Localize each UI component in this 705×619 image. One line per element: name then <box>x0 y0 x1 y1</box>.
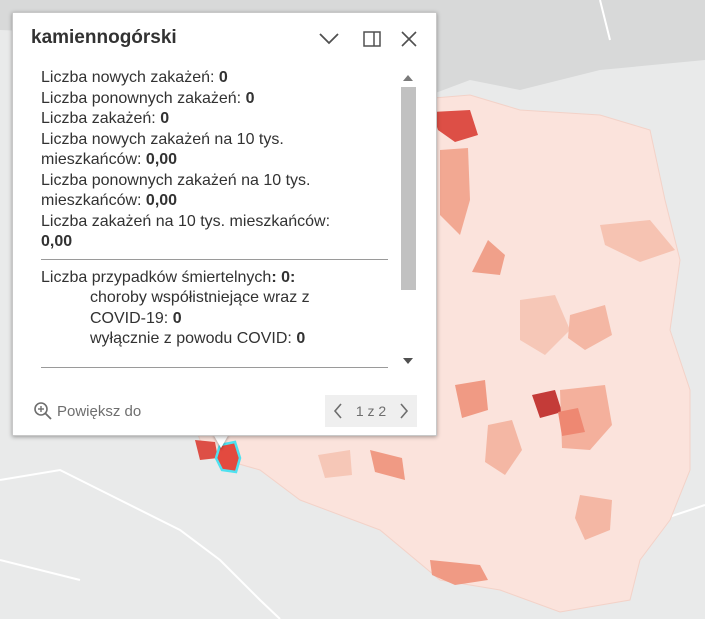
field-label: Liczba nowych zakażeń na 10 tys. <box>41 130 284 148</box>
close-button[interactable] <box>397 27 421 51</box>
next-feature-button[interactable] <box>399 403 409 419</box>
comorb-row: choroby współistniejące wraz z <box>41 288 391 309</box>
field-value: 0 <box>218 69 228 86</box>
chevron-right-icon <box>400 403 409 419</box>
deaths-row: Liczba przypadków śmiertelnych: 0: <box>41 268 391 289</box>
field-value: 0,00 <box>41 233 73 250</box>
content-scrollbar[interactable] <box>398 69 418 369</box>
field-value: 0 <box>160 110 170 127</box>
total-cases-row: Liczba zakażeń: 0 <box>41 109 391 130</box>
reinfections-row: Liczba ponownych zakażeń: 0 <box>41 89 391 110</box>
scroll-thumb[interactable] <box>401 87 416 290</box>
field-value: 0 <box>172 309 182 327</box>
field-label: Liczba ponownych zakażeń: <box>41 89 246 107</box>
zoom-to-label: Powiększ do <box>57 402 142 420</box>
bottom-divider <box>41 367 388 368</box>
field-value: 0,00 <box>145 151 178 168</box>
field-label: Liczba zakażeń na 10 tys. mieszkańców: <box>41 212 331 230</box>
new-per10k-row: Liczba nowych zakażeń na 10 tys. <box>41 130 391 151</box>
popup-content: Liczba nowych zakażeń: 0 Liczba ponownyc… <box>41 68 391 378</box>
field-value: 0,00 <box>145 192 178 209</box>
cases-per10k-row-cont: 0,00 <box>41 232 391 253</box>
field-value: : 0: <box>271 268 296 286</box>
dock-button[interactable] <box>360 27 384 51</box>
popup-pointer <box>213 434 229 448</box>
field-value: 0 <box>245 89 255 107</box>
chevron-down-icon <box>319 33 339 45</box>
field-value: 0 <box>296 330 306 347</box>
dock-icon <box>363 31 381 47</box>
field-label: wyłącznie z powodu COVID: <box>90 330 297 347</box>
field-label: mieszkańców: <box>41 192 146 209</box>
close-icon <box>401 31 417 47</box>
comorb-row-cont: COVID-19: 0 <box>41 309 391 330</box>
field-label: Liczba ponownych zakażeń na 10 tys. <box>41 171 311 189</box>
pager-text: 1 z 2 <box>355 403 387 419</box>
previous-feature-button[interactable] <box>333 403 343 419</box>
field-label: Liczba zakażeń: <box>41 110 161 127</box>
scroll-down-arrow-icon[interactable] <box>403 358 413 364</box>
section-divider <box>41 258 388 260</box>
field-label: Liczba przypadków śmiertelnych <box>41 268 272 286</box>
feature-popup: kamiennogórski Liczba nowych zakażeń: 0 … <box>12 12 437 436</box>
field-label: Liczba nowych zakażeń: <box>41 69 219 86</box>
field-label: mieszkańców: <box>41 151 146 168</box>
feature-pager: 1 z 2 <box>325 395 417 427</box>
zoom-in-icon <box>34 402 52 420</box>
covid-only-row: wyłącznie z powodu COVID: 0 <box>41 329 391 350</box>
zoom-to-button[interactable]: Powiększ do <box>33 401 141 421</box>
reinf-per10k-row: Liczba ponownych zakażeń na 10 tys. <box>41 171 391 192</box>
popup-title: kamiennogórski <box>31 27 177 48</box>
new-per10k-row-cont: mieszkańców: 0,00 <box>41 150 391 171</box>
field-label: choroby współistniejące wraz z <box>90 289 310 306</box>
collapse-button[interactable] <box>317 27 341 51</box>
cases-per10k-row: Liczba zakażeń na 10 tys. mieszkańców: <box>41 212 391 233</box>
field-label: COVID-19: <box>90 309 173 327</box>
scroll-up-arrow-icon[interactable] <box>403 75 413 81</box>
new-cases-row: Liczba nowych zakażeń: 0 <box>41 68 391 89</box>
reinf-per10k-row-cont: mieszkańców: 0,00 <box>41 191 391 212</box>
chevron-left-icon <box>333 403 342 419</box>
